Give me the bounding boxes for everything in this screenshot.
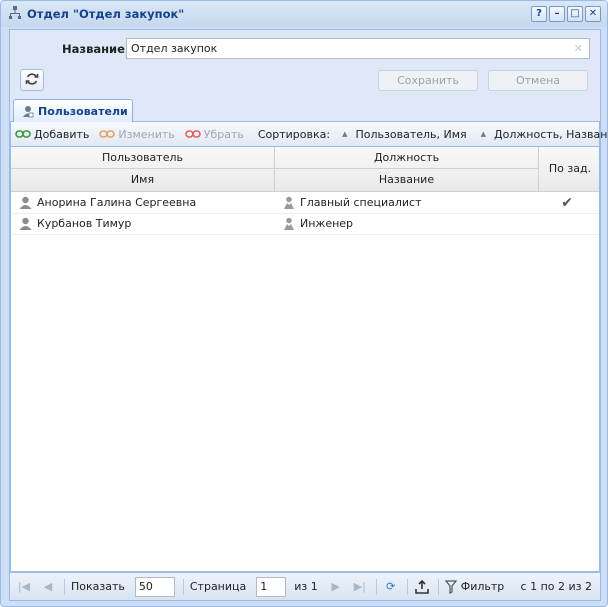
cancel-button[interactable]: Отмена	[488, 70, 588, 91]
name-input[interactable]: Отдел закупок ✕	[126, 38, 590, 59]
reload-icon[interactable]: ⟳	[383, 579, 399, 595]
add-button-label: Добавить	[34, 127, 90, 141]
minimize-button[interactable]: –	[549, 6, 565, 22]
paging-separator	[406, 578, 408, 595]
link-add-icon	[15, 128, 31, 140]
name-input-value: Отдел закупок	[131, 42, 218, 55]
position-icon	[283, 196, 295, 209]
refresh-icon	[25, 72, 39, 89]
clear-icon[interactable]: ✕	[574, 42, 583, 55]
users-tab-icon	[22, 105, 34, 118]
add-button[interactable]: Добавить	[15, 128, 89, 141]
header-position[interactable]: Должность	[275, 147, 539, 169]
prev-page-icon[interactable]: ◀	[40, 579, 56, 595]
edit-button-label: Изменить	[118, 127, 175, 141]
org-structure-icon	[9, 5, 21, 23]
help-button[interactable]: ?	[531, 6, 547, 22]
link-remove-icon	[184, 128, 201, 140]
sort-position-title-button[interactable]: ▲ Должность, Название	[480, 127, 608, 141]
user-name: Курбанов Тимур	[37, 217, 132, 230]
sort-user-name-button[interactable]: ▲ Пользователь, Имя	[342, 128, 467, 141]
filter-icon	[444, 579, 457, 594]
of-pages-label: из 1	[294, 580, 318, 593]
show-label: Показать	[71, 580, 125, 593]
paging-separator	[64, 578, 65, 595]
remove-button[interactable]: Убрать	[184, 127, 244, 141]
close-button[interactable]: ✕	[585, 6, 601, 22]
sort-user-name-label: Пользователь, Имя	[355, 127, 467, 141]
position-icon	[283, 217, 295, 230]
paging-toolbar: |◀ ◀ Показать 50 Страница 1 из 1 ▶ ▶| ⟳ …	[10, 572, 600, 600]
header-default[interactable]: По зад.	[539, 147, 601, 191]
filter-label: Фильтр	[460, 580, 505, 593]
default-check-icon: ✔	[561, 195, 573, 211]
remove-button-label: Убрать	[203, 127, 244, 141]
last-page-icon[interactable]: ▶|	[352, 579, 368, 595]
table-row[interactable]: Курбанов Тимур Инженер	[11, 214, 599, 235]
refresh-button[interactable]	[20, 69, 44, 91]
user-name: Анорина Галина Сергеевна	[37, 196, 197, 209]
grid-body: Анорина Галина Сергеевна Главный специал…	[11, 193, 599, 235]
page-number-input[interactable]: 1	[256, 576, 287, 597]
sort-asc-icon: ▲	[480, 130, 487, 138]
header-title[interactable]: Название	[275, 169, 539, 191]
export-icon[interactable]	[414, 579, 430, 595]
range-text: с 1 по 2 из 2	[520, 580, 592, 593]
window-title: Отдел "Отдел закупок"	[27, 7, 185, 21]
paging-separator	[375, 578, 377, 595]
header-name[interactable]: Имя	[11, 169, 275, 191]
maximize-button[interactable]: □	[567, 6, 583, 22]
paging-separator	[182, 578, 184, 595]
edit-button[interactable]: Изменить	[99, 127, 175, 141]
sort-label: Сортировка:	[257, 127, 331, 141]
tab-strip: Пользователи	[10, 98, 600, 122]
sort-asc-icon: ▲	[342, 130, 348, 138]
tab-users-label: Пользователи	[38, 104, 128, 118]
table-row[interactable]: Анорина Галина Сергеевна Главный специал…	[11, 193, 599, 214]
link-edit-icon	[99, 128, 116, 140]
first-page-icon[interactable]: |◀	[16, 579, 32, 595]
header-user[interactable]: Пользователь	[11, 147, 275, 169]
name-label: Название:	[62, 42, 130, 56]
window-body: Название: Отдел закупок ✕ Сохранить Отме…	[9, 29, 607, 601]
next-page-icon[interactable]: ▶	[328, 579, 344, 595]
grid-header: Пользователь Имя Должность Название По з…	[11, 147, 599, 192]
filter-button[interactable]: Фильтр	[444, 579, 505, 594]
users-panel: Добавить Изменить Убрать Сортировка: ▲ П…	[10, 122, 607, 572]
position-title: Инженер	[300, 217, 354, 230]
window-titlebar[interactable]: Отдел "Отдел закупок" ? – □ ✕	[1, 1, 607, 27]
department-window: Отдел "Отдел закупок" ? – □ ✕ Название: …	[0, 0, 608, 607]
save-button[interactable]: Сохранить	[378, 70, 478, 91]
sort-position-title-label: Должность, Название	[494, 127, 608, 141]
user-icon	[19, 217, 32, 230]
paging-separator	[437, 578, 439, 595]
page-label: Страница	[189, 580, 247, 593]
users-toolbar: Добавить Изменить Убрать Сортировка: ▲ П…	[11, 122, 607, 147]
tab-users[interactable]: Пользователи	[13, 99, 133, 122]
user-icon	[19, 196, 32, 209]
position-title: Главный специалист	[300, 196, 422, 209]
page-size-input[interactable]: 50	[134, 576, 175, 597]
